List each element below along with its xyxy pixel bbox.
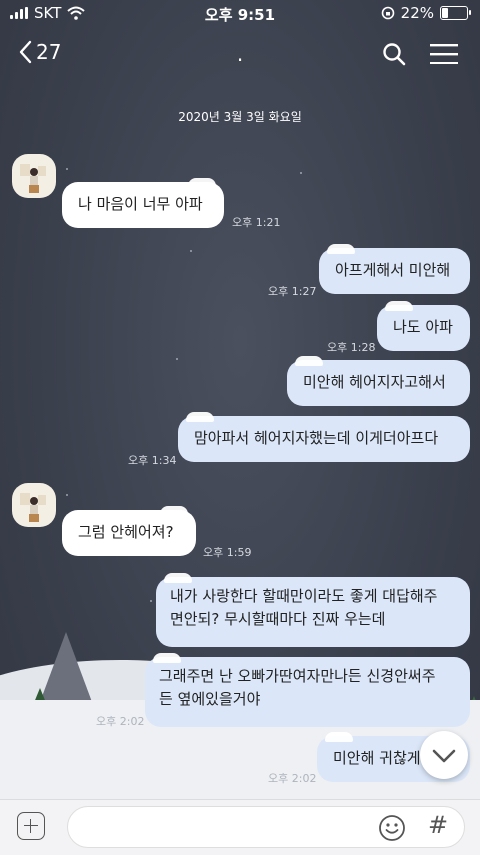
emoji-icon[interactable] bbox=[378, 814, 406, 842]
message-time: 오후 1:59 bbox=[203, 546, 252, 559]
message-time: 오후 2:02 bbox=[268, 772, 317, 785]
message-input[interactable] bbox=[82, 815, 366, 841]
message-bubble-sent[interactable]: 아프게해서 미안해 bbox=[319, 244, 470, 294]
message-bubble-sent[interactable]: 그래주면 난 오빠가딴여자만나든 신경안써주 든 옆에있을거야 bbox=[145, 653, 470, 727]
search-button[interactable] bbox=[382, 42, 406, 70]
search-icon bbox=[383, 43, 406, 66]
profile-photo-icon bbox=[20, 493, 46, 522]
message-field[interactable]: # bbox=[67, 806, 465, 848]
chevron-down-icon bbox=[432, 749, 456, 763]
message-bubble-sent[interactable]: 맘아파서 헤어지자했는데 이게더아프다 bbox=[178, 412, 470, 462]
message-input-bar: # bbox=[0, 799, 480, 855]
message-bubble-sent[interactable]: 나도 아파 bbox=[377, 301, 470, 351]
hash-icon[interactable]: # bbox=[428, 811, 448, 839]
message-time: 오후 1:27 bbox=[268, 285, 317, 298]
rotation-lock-icon bbox=[381, 6, 394, 20]
message-bubble-received[interactable]: 그럼 안헤어져? bbox=[62, 506, 196, 556]
date-divider: 2020년 3월 3일 화요일 bbox=[178, 110, 302, 124]
chat-header: 27 . bbox=[0, 30, 480, 78]
scroll-to-bottom-button[interactable] bbox=[420, 731, 468, 779]
status-bar: SKT 오후 9:51 22% bbox=[0, 0, 480, 26]
message-time: 오후 1:21 bbox=[232, 216, 281, 229]
battery-percent: 22% bbox=[400, 4, 434, 22]
profile-photo-icon bbox=[20, 164, 46, 193]
battery-icon bbox=[440, 6, 471, 20]
menu-icon bbox=[430, 44, 458, 65]
chat-title: . bbox=[236, 42, 244, 66]
message-bubble-sent[interactable]: 내가 사랑한다 할때만이라도 좋게 대답해주 면안되? 무시할때마다 진짜 우는… bbox=[156, 573, 470, 647]
plus-icon[interactable] bbox=[17, 812, 45, 840]
message-time: 오후 1:28 bbox=[327, 341, 376, 354]
avatar[interactable] bbox=[12, 483, 56, 527]
message-time: 오후 1:34 bbox=[128, 454, 177, 467]
message-bubble-sent[interactable]: 미안해 헤어지자고해서 bbox=[287, 356, 470, 406]
avatar[interactable] bbox=[12, 154, 56, 198]
message-time: 오후 2:02 bbox=[96, 715, 145, 728]
menu-button[interactable] bbox=[430, 44, 458, 68]
message-bubble-received[interactable]: 나 마음이 너무 아파 bbox=[62, 178, 224, 228]
